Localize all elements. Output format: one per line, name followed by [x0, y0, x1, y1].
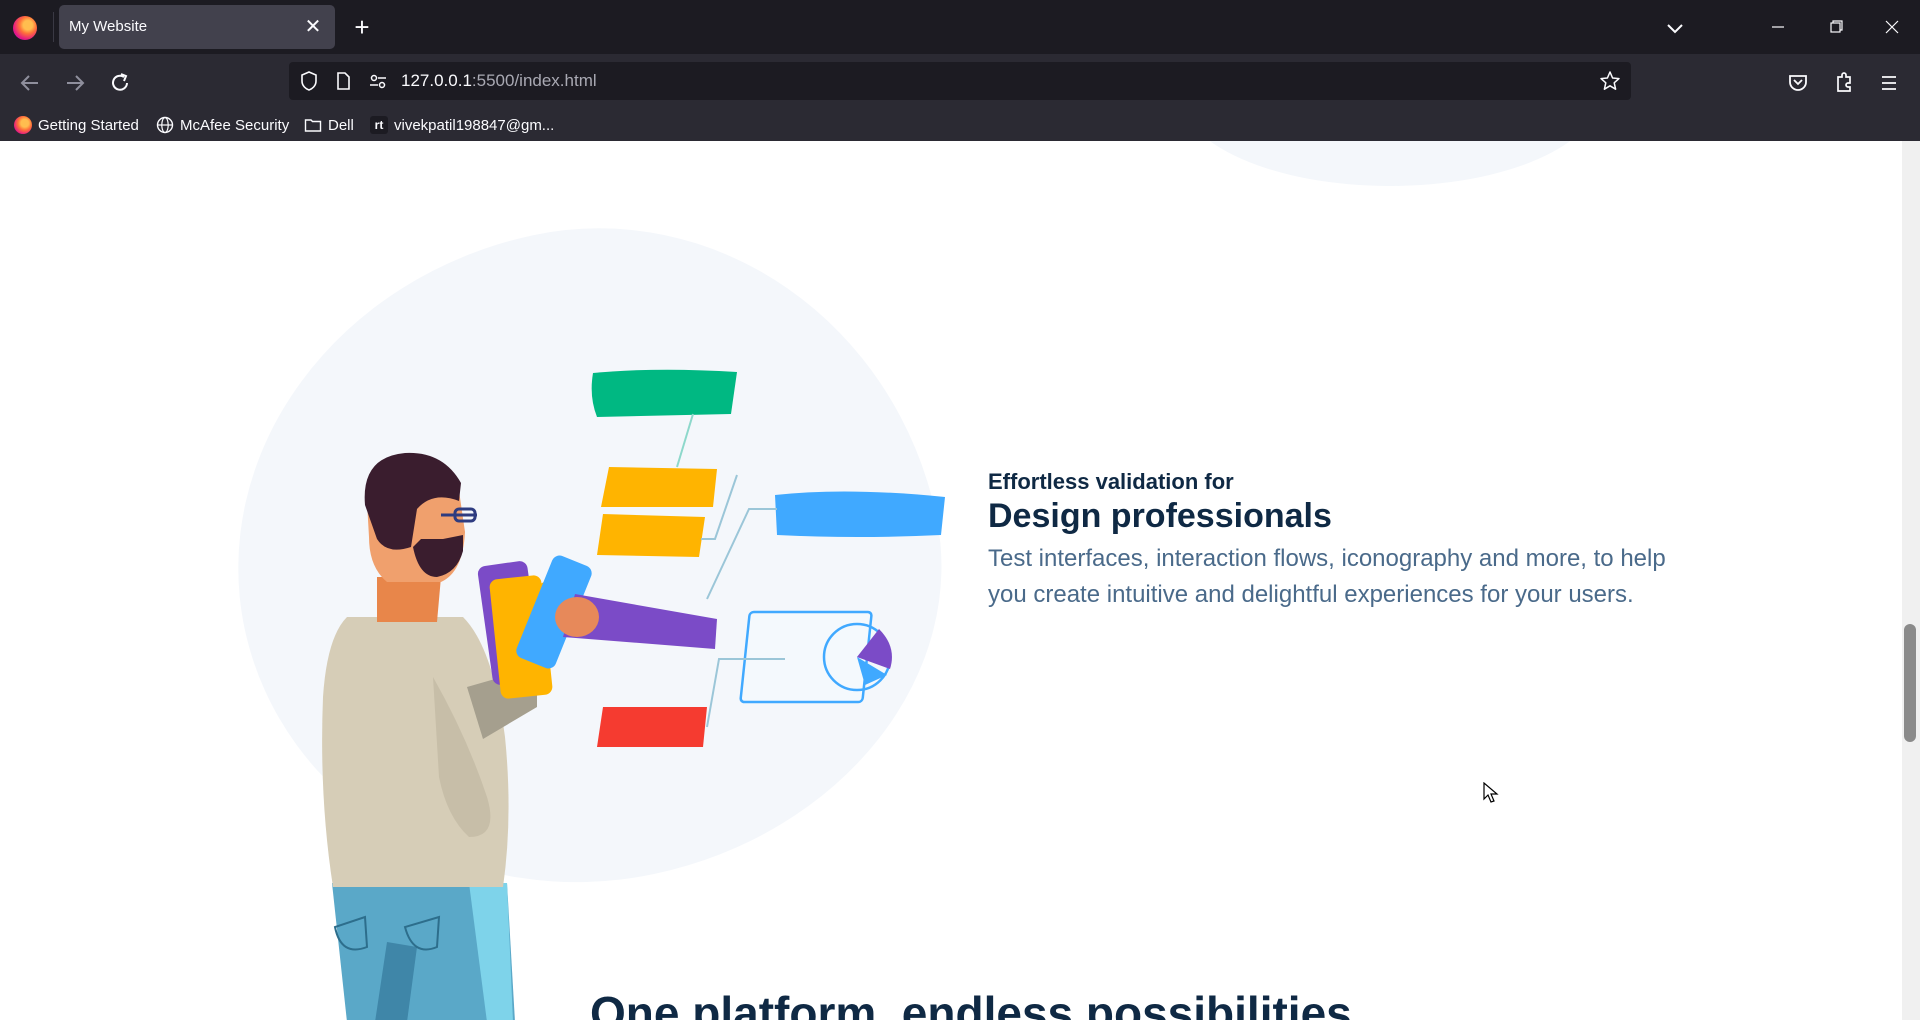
new-tab-button[interactable]: +: [346, 12, 378, 44]
url-host: 127.0.0.1: [401, 71, 472, 90]
pocket-icon[interactable]: [1780, 65, 1816, 101]
bookmark-label: vivekpatil198847@gm...: [394, 116, 555, 134]
feature-eyebrow: Effortless validation for: [988, 469, 1234, 494]
back-arrow-icon[interactable]: [12, 65, 48, 101]
tab-bar: My Website ✕ +: [0, 0, 1920, 54]
window-close-icon[interactable]: [1864, 8, 1920, 46]
bookmark-mcafee-security[interactable]: McAfee Security: [156, 114, 289, 136]
url-path: :5500/index.html: [471, 71, 597, 90]
feature-headline: Design professionals: [988, 497, 1332, 535]
globe-icon: [156, 116, 174, 134]
bookmark-star-icon[interactable]: [1599, 70, 1621, 92]
reload-icon[interactable]: [102, 65, 138, 101]
bookmark-label: McAfee Security: [180, 116, 290, 134]
bookmark-dell[interactable]: Dell: [304, 114, 354, 136]
bookmark-vivekpatil[interactable]: rt vivekpatil198847@gm...: [370, 114, 554, 136]
site-icon: rt: [370, 116, 388, 134]
bookmarks-toolbar: Getting Started McAfee Security Dell rt …: [0, 108, 1920, 141]
designer-illustration: [237, 277, 957, 1020]
scrollbar-thumb[interactable]: [1904, 624, 1916, 742]
page-content: Effortless validation for Design profess…: [0, 141, 1902, 1020]
shield-icon[interactable]: [298, 70, 320, 92]
restore-icon[interactable]: [1808, 8, 1864, 46]
list-all-tabs-chevron-down-icon[interactable]: [1659, 12, 1691, 44]
scrollbar-track[interactable]: [1902, 141, 1920, 1020]
tab-title: My Website: [69, 18, 148, 35]
bookmark-label: Dell: [328, 116, 354, 134]
minimize-icon[interactable]: [1750, 8, 1806, 46]
mouse-cursor-icon: [1483, 782, 1499, 804]
tab-active[interactable]: My Website ✕: [59, 5, 335, 49]
url-bar[interactable]: 127.0.0.1:5500/index.html: [289, 62, 1631, 100]
tab-separator: [53, 12, 54, 42]
bookmark-getting-started[interactable]: Getting Started: [14, 114, 139, 136]
extensions-icon[interactable]: [1826, 65, 1862, 101]
forward-arrow-icon[interactable]: [57, 65, 93, 101]
folder-icon: [304, 116, 322, 134]
url-text[interactable]: 127.0.0.1:5500/index.html: [401, 71, 597, 91]
feature-description: Test interfaces, interaction flows, icon…: [988, 545, 1666, 608]
decorative-blob: [1180, 141, 1600, 186]
firefox-icon[interactable]: [13, 16, 37, 40]
menu-icon[interactable]: [1871, 65, 1907, 101]
browser-chrome: My Website ✕ + 127.0.0.1:5500/index.html…: [0, 0, 1920, 141]
firefox-icon: [14, 116, 32, 134]
page-icon[interactable]: [332, 70, 354, 92]
bookmark-label: Getting Started: [38, 116, 139, 134]
permissions-icon[interactable]: [367, 70, 389, 92]
tab-close-icon[interactable]: ✕: [299, 13, 327, 41]
section-title: One platform, endless possibilities: [590, 987, 1352, 1020]
